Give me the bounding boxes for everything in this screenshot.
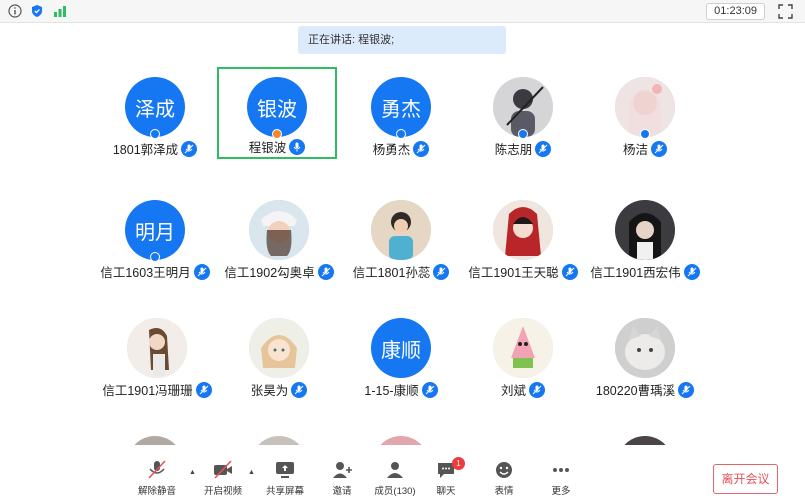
mic-icon[interactable] [291, 381, 308, 398]
more-button[interactable]: 更多 [531, 460, 591, 497]
share-screen-label: 共享屏幕 [265, 486, 304, 497]
members-label: 成员(130) [374, 486, 416, 497]
user-photo-avatar [493, 77, 553, 137]
participant-name: 1-15-康顺 [364, 384, 419, 398]
members-icon [387, 462, 403, 478]
participant-name: 信工1901西宏伟 [590, 266, 681, 280]
avatar: 康顺 [371, 318, 431, 378]
mic-icon[interactable] [535, 140, 552, 157]
avatar: 明月 [125, 200, 185, 260]
mic-icon[interactable] [678, 381, 695, 398]
top-bar: 01:23:09 [0, 0, 805, 23]
participant-name: 杨勇杰 [372, 143, 411, 157]
chat-unread-badge: 1 [452, 457, 465, 470]
participant-name: 1801郭泽成 [112, 143, 179, 157]
next-row-avatar [373, 436, 429, 445]
user-photo-avatar [615, 318, 675, 378]
mic-icon[interactable] [413, 140, 430, 157]
participant-tile[interactable]: 杨洁 [585, 65, 705, 157]
smiley-icon [496, 462, 512, 478]
start-video-button[interactable]: 开启视频 [193, 460, 253, 497]
signal-icon[interactable] [53, 4, 67, 18]
participant-name: 信工1901王天聪 [468, 266, 559, 280]
more-label: 更多 [551, 486, 571, 497]
user-photo-avatar [493, 318, 553, 378]
share-screen-icon [276, 462, 294, 478]
mic-icon[interactable] [683, 263, 700, 280]
video-off-icon [214, 460, 232, 479]
info-icon[interactable] [8, 4, 22, 18]
invite-label: 邀请 [332, 486, 352, 497]
role-badge [150, 252, 160, 262]
shield-icon[interactable] [30, 4, 44, 18]
speaking-indicator: 正在讲话: 程银波; [298, 26, 506, 54]
participant-tile[interactable]: 180220曹瑀溪 [585, 306, 705, 398]
participant-name: 信工1902勾奥卓 [224, 266, 315, 280]
chat-button[interactable]: 1 聊天 [416, 457, 476, 497]
next-row-avatar [127, 436, 183, 445]
fullscreen-icon[interactable] [778, 4, 793, 19]
start-video-label: 开启视频 [203, 486, 242, 497]
leave-meeting-button[interactable]: 离开会议 [713, 464, 778, 494]
more-icon [553, 468, 569, 472]
avatar: 泽成 [125, 77, 185, 137]
mic-icon[interactable] [289, 138, 306, 155]
participant-name: 信工1901冯珊珊 [102, 384, 193, 398]
avatar: 银波 [247, 77, 307, 137]
participant-name: 程银波 [248, 141, 287, 155]
user-photo-avatar [249, 200, 309, 260]
role-badge [640, 129, 650, 139]
participant-name: 张昊为 [250, 384, 289, 398]
participant-grid: 泽成 1801郭泽成 银波 程银波 勇杰 杨勇杰 陈志朋 杨洁 明月 信工160… [0, 60, 805, 445]
participant-name: 刘斌 [500, 384, 526, 398]
participant-name: 陈志朋 [494, 143, 533, 157]
user-photo-avatar [493, 200, 553, 260]
reactions-label: 表情 [494, 486, 514, 497]
user-photo-avatar [615, 200, 675, 260]
add-user-icon [333, 462, 352, 478]
mic-muted-icon [148, 460, 166, 479]
chat-label: 聊天 [436, 486, 456, 497]
next-row-avatar [251, 436, 307, 445]
invite-button[interactable]: 邀请 [312, 460, 372, 497]
participant-name: 信工1801孙蕊 [352, 266, 431, 280]
unmute-label: 解除静音 [137, 486, 176, 497]
meeting-toolbar: 解除静音 ▲ 开启视频 ▲ 共享屏幕 邀请 成员(130) 1 聊天 表情 更多 [0, 452, 805, 502]
participant-name: 杨洁 [622, 143, 648, 157]
reactions-button[interactable]: 表情 [474, 460, 534, 497]
role-badge [150, 129, 160, 139]
avatar: 勇杰 [371, 77, 431, 137]
mic-icon[interactable] [651, 140, 667, 157]
user-photo-avatar [371, 200, 431, 260]
participant-name: 信工1603王明月 [100, 266, 191, 280]
meeting-timer: 01:23:09 [706, 3, 765, 20]
user-photo-avatar [615, 77, 675, 137]
unmute-button[interactable]: 解除静音 [127, 460, 187, 497]
share-screen-button[interactable]: 共享屏幕 [255, 460, 315, 497]
mic-icon[interactable] [529, 381, 545, 398]
next-row-avatar [617, 436, 673, 445]
role-badge [518, 129, 528, 139]
participant-name: 180220曹瑀溪 [595, 384, 676, 398]
participant-tile[interactable]: 信工1901西宏伟 [585, 188, 705, 280]
user-photo-avatar [127, 318, 187, 378]
role-badge [396, 129, 406, 139]
user-photo-avatar [249, 318, 309, 378]
